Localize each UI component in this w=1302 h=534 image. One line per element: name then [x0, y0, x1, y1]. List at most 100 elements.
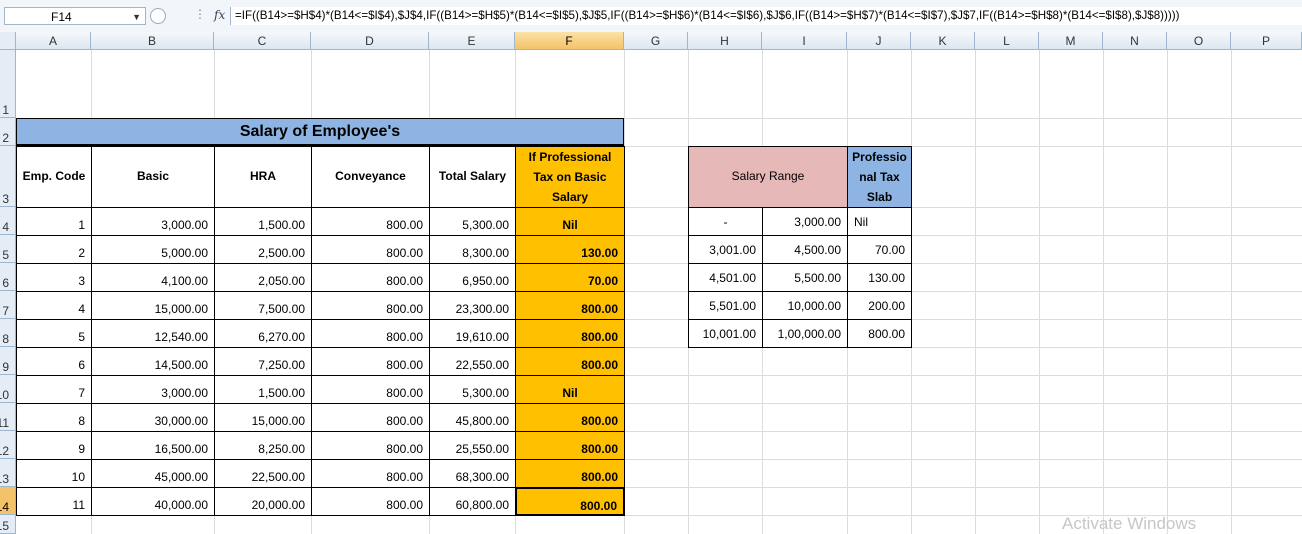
- slab-cell[interactable]: 1,00,000.00: [762, 319, 848, 348]
- tax-slab-header[interactable]: Professio nal Tax Slab: [847, 146, 912, 208]
- name-box[interactable]: F14 ▼: [4, 7, 146, 25]
- slab-cell[interactable]: -: [688, 207, 763, 236]
- salary-cell[interactable]: 40,000.00: [91, 487, 215, 516]
- professional-tax-cell[interactable]: Nil: [515, 207, 625, 236]
- salary-cell[interactable]: 7,500.00: [214, 291, 312, 320]
- salary-cell[interactable]: 1,500.00: [214, 207, 312, 236]
- salary-header-3[interactable]: Conveyance: [311, 146, 430, 208]
- professional-tax-cell[interactable]: Nil: [515, 375, 625, 404]
- salary-cell[interactable]: 3: [16, 263, 92, 292]
- salary-cell[interactable]: 22,500.00: [214, 459, 312, 488]
- table-title[interactable]: Salary of Employee's: [16, 118, 624, 146]
- salary-header-2[interactable]: HRA: [214, 146, 312, 208]
- salary-cell[interactable]: 5,000.00: [91, 235, 215, 264]
- column-header-f[interactable]: F: [515, 32, 624, 50]
- row-header-1[interactable]: 1: [0, 50, 16, 118]
- salary-cell[interactable]: 10: [16, 459, 92, 488]
- column-header-d[interactable]: D: [311, 32, 429, 50]
- salary-cell[interactable]: 6: [16, 347, 92, 376]
- select-all-corner[interactable]: [0, 32, 16, 50]
- salary-cell[interactable]: 8,300.00: [429, 235, 516, 264]
- chevron-down-icon[interactable]: ▼: [132, 8, 141, 26]
- salary-cell[interactable]: 45,800.00: [429, 403, 516, 432]
- column-header-g[interactable]: G: [624, 32, 688, 50]
- salary-cell[interactable]: 2: [16, 235, 92, 264]
- row-header-8[interactable]: 8: [0, 319, 16, 347]
- selected-cell-f14[interactable]: 800.00: [515, 487, 625, 516]
- row-header-4[interactable]: 4: [0, 207, 16, 235]
- slab-cell[interactable]: 10,000.00: [762, 291, 848, 320]
- professional-tax-cell[interactable]: 800.00: [515, 291, 625, 320]
- formula-input[interactable]: =IF((B14>=$H$4)*(B14<=$I$4),$J$4,IF((B14…: [230, 7, 1302, 25]
- salary-cell[interactable]: 16,500.00: [91, 431, 215, 460]
- column-header-o[interactable]: O: [1167, 32, 1231, 50]
- row-header-2[interactable]: 2: [0, 118, 16, 146]
- slab-cell[interactable]: 10,001.00: [688, 319, 763, 348]
- salary-cell[interactable]: 4: [16, 291, 92, 320]
- salary-header-4[interactable]: Total Salary: [429, 146, 516, 208]
- salary-cell[interactable]: 800.00: [311, 375, 430, 404]
- column-header-h[interactable]: H: [688, 32, 762, 50]
- salary-cell[interactable]: 45,000.00: [91, 459, 215, 488]
- salary-header-0[interactable]: Emp. Code: [16, 146, 92, 208]
- salary-range-header[interactable]: Salary Range: [688, 146, 848, 208]
- salary-cell[interactable]: 800.00: [311, 431, 430, 460]
- salary-cell[interactable]: 2,050.00: [214, 263, 312, 292]
- row-header-6[interactable]: 6: [0, 263, 16, 291]
- salary-cell[interactable]: 7: [16, 375, 92, 404]
- row-header-7[interactable]: 7: [0, 291, 16, 319]
- salary-cell[interactable]: 800.00: [311, 347, 430, 376]
- salary-cell[interactable]: 12,540.00: [91, 319, 215, 348]
- salary-cell[interactable]: 5,300.00: [429, 207, 516, 236]
- salary-cell[interactable]: 800.00: [311, 403, 430, 432]
- salary-cell[interactable]: 800.00: [311, 207, 430, 236]
- slab-cell[interactable]: 5,501.00: [688, 291, 763, 320]
- salary-cell[interactable]: 800.00: [311, 235, 430, 264]
- row-header-13[interactable]: 13: [0, 459, 16, 487]
- resize-handle-icon[interactable]: ⋮: [194, 7, 206, 21]
- slab-cell[interactable]: Nil: [847, 207, 912, 236]
- column-header-k[interactable]: K: [911, 32, 975, 50]
- salary-cell[interactable]: 30,000.00: [91, 403, 215, 432]
- salary-cell[interactable]: 8: [16, 403, 92, 432]
- row-header-5[interactable]: 5: [0, 235, 16, 263]
- slab-cell[interactable]: 800.00: [847, 319, 912, 348]
- salary-cell[interactable]: 1,500.00: [214, 375, 312, 404]
- salary-cell[interactable]: 800.00: [311, 487, 430, 516]
- salary-cell[interactable]: 25,550.00: [429, 431, 516, 460]
- salary-cell[interactable]: 3,000.00: [91, 207, 215, 236]
- row-header-9[interactable]: 9: [0, 347, 16, 375]
- salary-cell[interactable]: 15,000.00: [91, 291, 215, 320]
- professional-tax-cell[interactable]: 800.00: [515, 431, 625, 460]
- row-header-14[interactable]: 14: [0, 487, 16, 515]
- slab-cell[interactable]: 5,500.00: [762, 263, 848, 292]
- salary-cell[interactable]: 15,000.00: [214, 403, 312, 432]
- slab-cell[interactable]: 130.00: [847, 263, 912, 292]
- slab-cell[interactable]: 4,500.00: [762, 235, 848, 264]
- professional-tax-cell[interactable]: 800.00: [515, 347, 625, 376]
- salary-cell[interactable]: 60,800.00: [429, 487, 516, 516]
- slab-cell[interactable]: 4,501.00: [688, 263, 763, 292]
- salary-cell[interactable]: 5,300.00: [429, 375, 516, 404]
- slab-cell[interactable]: 200.00: [847, 291, 912, 320]
- row-header-15[interactable]: 15: [0, 515, 16, 534]
- salary-cell[interactable]: 800.00: [311, 291, 430, 320]
- salary-cell[interactable]: 6,270.00: [214, 319, 312, 348]
- professional-tax-cell[interactable]: 800.00: [515, 459, 625, 488]
- row-header-11[interactable]: 11: [0, 403, 16, 431]
- professional-tax-cell[interactable]: 800.00: [515, 319, 625, 348]
- salary-cell[interactable]: 1: [16, 207, 92, 236]
- slab-cell[interactable]: 70.00: [847, 235, 912, 264]
- column-header-j[interactable]: J: [847, 32, 911, 50]
- salary-cell[interactable]: 800.00: [311, 319, 430, 348]
- column-header-l[interactable]: L: [975, 32, 1039, 50]
- column-header-a[interactable]: A: [16, 32, 91, 50]
- insert-function-icon[interactable]: fx: [214, 8, 225, 22]
- salary-header-5[interactable]: If Professional Tax on Basic Salary: [515, 146, 625, 208]
- salary-cell[interactable]: 3,000.00: [91, 375, 215, 404]
- salary-cell[interactable]: 800.00: [311, 263, 430, 292]
- column-header-i[interactable]: I: [762, 32, 847, 50]
- column-header-e[interactable]: E: [429, 32, 515, 50]
- salary-cell[interactable]: 5: [16, 319, 92, 348]
- salary-cell[interactable]: 6,950.00: [429, 263, 516, 292]
